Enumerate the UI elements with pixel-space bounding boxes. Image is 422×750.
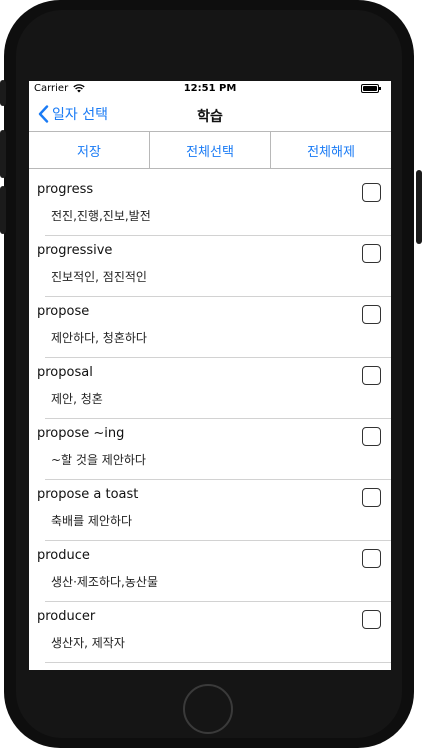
- list-item[interactable]: produce 생산·제조하다,농산물: [29, 541, 391, 602]
- list-item[interactable]: producer 생산자, 제작자: [29, 602, 391, 663]
- checkbox[interactable]: [362, 610, 381, 629]
- mute-switch: [0, 80, 6, 106]
- word-list: progress 전진,진행,진보,발전 progressive 진보적인, 점…: [29, 175, 391, 663]
- list-item[interactable]: proposal 제안, 청혼: [29, 358, 391, 419]
- list-item[interactable]: progressive 진보적인, 점진적인: [29, 236, 391, 297]
- save-button[interactable]: 저장: [29, 132, 150, 168]
- power-button: [416, 170, 422, 244]
- meaning-text: 생산자, 제작자: [51, 636, 125, 650]
- list-item[interactable]: propose a toast 축배를 제안하다: [29, 480, 391, 541]
- checkbox[interactable]: [362, 183, 381, 202]
- word-text: propose: [37, 304, 90, 319]
- word-text: proposal: [37, 365, 93, 380]
- word-text: progress: [37, 182, 94, 197]
- row-separator: [45, 662, 391, 663]
- status-time: 12:51 PM: [183, 83, 237, 94]
- navigation-bar: 일자 선택 학습: [29, 97, 391, 131]
- battery-icon: [361, 84, 381, 93]
- checkbox[interactable]: [362, 244, 381, 263]
- checkbox[interactable]: [362, 488, 381, 507]
- list-item[interactable]: propose 제안하다, 청혼하다: [29, 297, 391, 358]
- list-item[interactable]: propose ~ing ~할 것을 제안하다: [29, 419, 391, 480]
- meaning-text: 전진,진행,진보,발전: [51, 209, 151, 223]
- meaning-text: 생산·제조하다,농산물: [51, 575, 158, 589]
- word-text: progressive: [37, 243, 113, 258]
- meaning-text: 축배를 제안하다: [51, 514, 133, 528]
- volume-down-button: [0, 186, 6, 234]
- meaning-text: 진보적인, 점진적인: [51, 270, 147, 284]
- checkbox[interactable]: [362, 427, 381, 446]
- page-title: 학습: [197, 109, 223, 125]
- meaning-text: ~할 것을 제안하다: [51, 453, 146, 467]
- word-text: produce: [37, 548, 90, 563]
- word-text: propose ~ing: [37, 426, 125, 441]
- meaning-text: 제안하다, 청혼하다: [51, 331, 147, 345]
- app-screen: Carrier 12:51 PM 일자 선택 학습 저장 전체선택 전체해제 p…: [29, 81, 391, 670]
- action-toolbar: 저장 전체선택 전체해제: [29, 131, 391, 169]
- volume-up-button: [0, 130, 6, 178]
- checkbox[interactable]: [362, 305, 381, 324]
- list-item[interactable]: progress 전진,진행,진보,발전: [29, 175, 391, 236]
- checkbox[interactable]: [362, 366, 381, 385]
- status-bar: Carrier 12:51 PM: [29, 81, 391, 97]
- word-text: propose a toast: [37, 487, 139, 502]
- deselect-all-button[interactable]: 전체해제: [271, 132, 391, 168]
- meaning-text: 제안, 청혼: [51, 392, 103, 406]
- checkbox[interactable]: [362, 549, 381, 568]
- select-all-button[interactable]: 전체선택: [150, 132, 271, 168]
- home-button[interactable]: [183, 684, 233, 734]
- word-text: producer: [37, 609, 96, 624]
